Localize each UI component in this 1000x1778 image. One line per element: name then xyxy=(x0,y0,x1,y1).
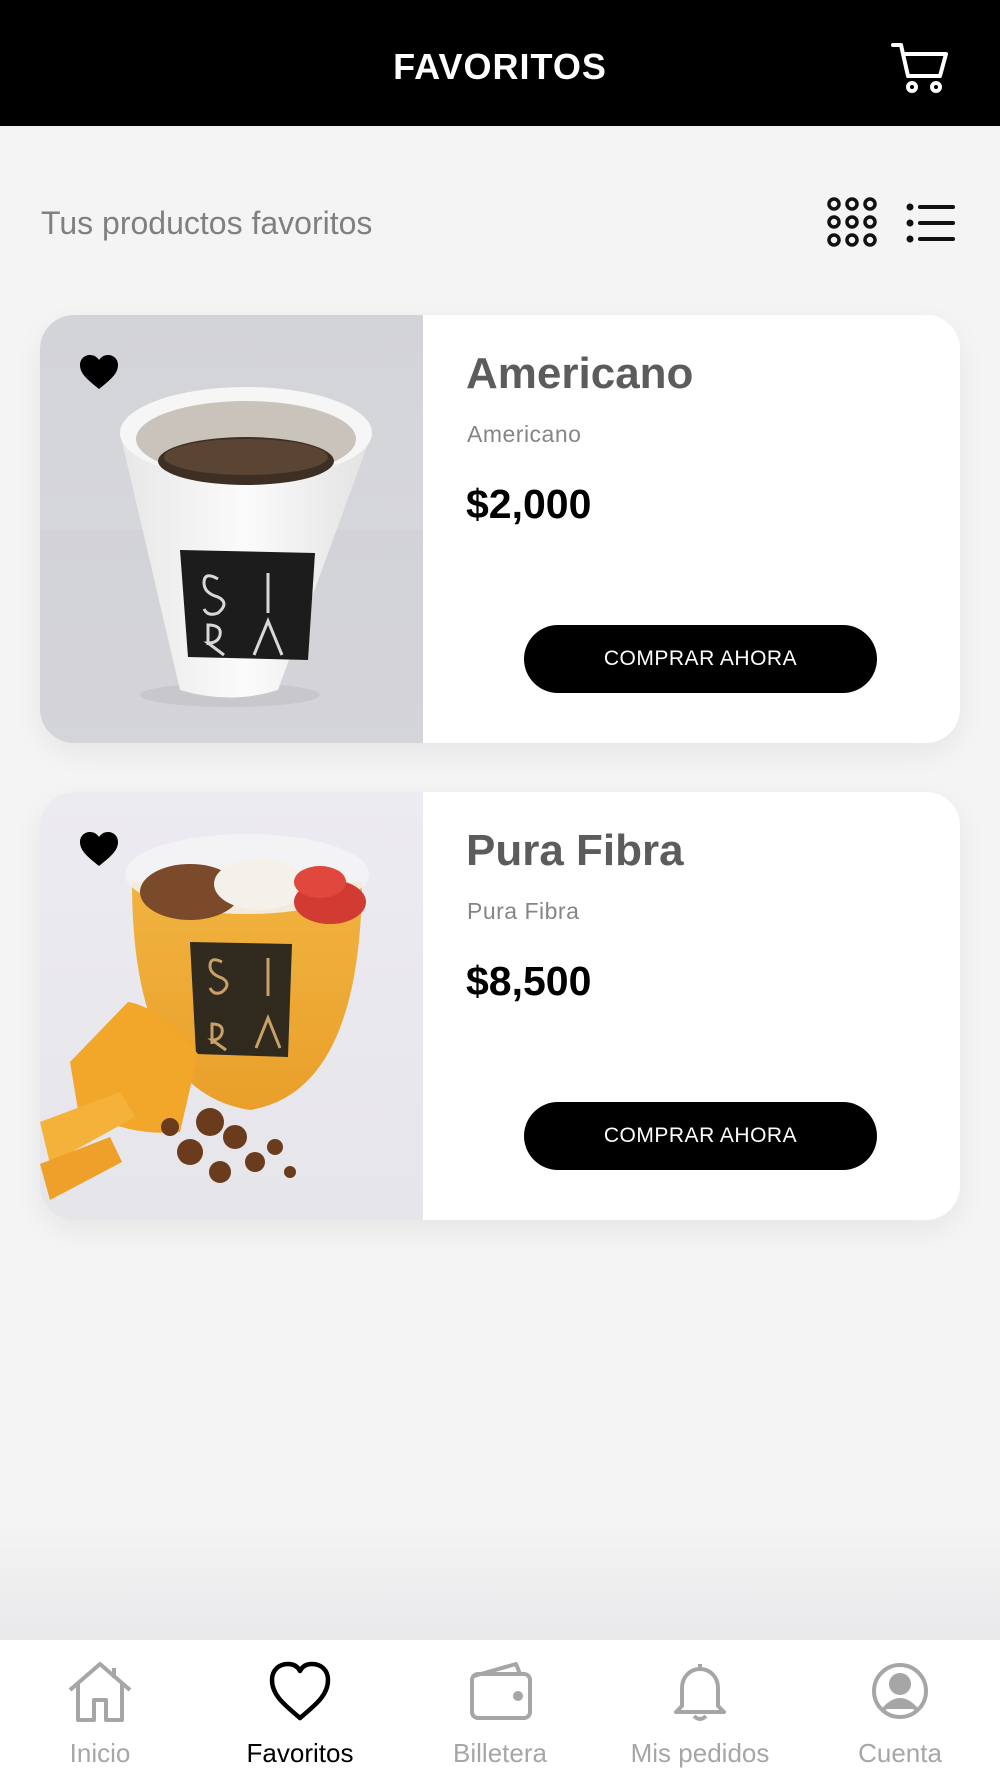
tab-label: Inicio xyxy=(69,1738,131,1768)
product-card-americano[interactable]: Americano Americano $2,000 COMPRAR AHORA xyxy=(40,315,960,743)
bottom-fade xyxy=(0,1520,1000,1640)
tab-label: Favoritos xyxy=(246,1738,354,1768)
list-view-icon[interactable] xyxy=(906,202,956,244)
product-description: Pura Fibra xyxy=(467,898,580,924)
product-price: $8,500 xyxy=(466,958,592,1004)
product-name: Pura Fibra xyxy=(466,826,684,875)
cart-icon[interactable] xyxy=(890,40,950,96)
top-app-bar: FAVORITOS xyxy=(0,0,1000,126)
buy-now-button[interactable]: COMPRAR AHORA xyxy=(524,625,877,693)
tab-label: Mis pedidos xyxy=(630,1738,770,1768)
tab-label: Cuenta xyxy=(858,1738,942,1768)
tab-billetera[interactable]: Billetera xyxy=(400,1640,600,1778)
home-icon xyxy=(64,1658,136,1724)
favorite-heart-icon[interactable] xyxy=(78,830,120,868)
wallet-icon xyxy=(464,1658,536,1724)
heart-icon xyxy=(264,1658,336,1724)
account-icon xyxy=(864,1658,936,1724)
buy-now-button[interactable]: COMPRAR AHORA xyxy=(524,1102,877,1170)
product-card-pura-fibra[interactable]: Pura Fibra Pura Fibra $8,500 COMPRAR AHO… xyxy=(40,792,960,1220)
bell-icon xyxy=(664,1658,736,1724)
product-name: Americano xyxy=(466,349,694,398)
tab-favoritos[interactable]: Favoritos xyxy=(200,1640,400,1778)
grid-view-icon[interactable] xyxy=(826,196,878,248)
tab-label: Billetera xyxy=(453,1738,547,1768)
page-title: FAVORITOS xyxy=(393,46,607,87)
product-description: Americano xyxy=(467,421,582,447)
bottom-tab-bar: Inicio Favoritos Billetera Mis pedidos C… xyxy=(0,1640,1000,1778)
favorite-heart-icon[interactable] xyxy=(78,353,120,391)
tab-inicio[interactable]: Inicio xyxy=(0,1640,200,1778)
tab-cuenta[interactable]: Cuenta xyxy=(800,1640,1000,1778)
tab-mis-pedidos[interactable]: Mis pedidos xyxy=(600,1640,800,1778)
product-price: $2,000 xyxy=(466,481,592,527)
favorites-subtitle: Tus productos favoritos xyxy=(41,205,373,241)
